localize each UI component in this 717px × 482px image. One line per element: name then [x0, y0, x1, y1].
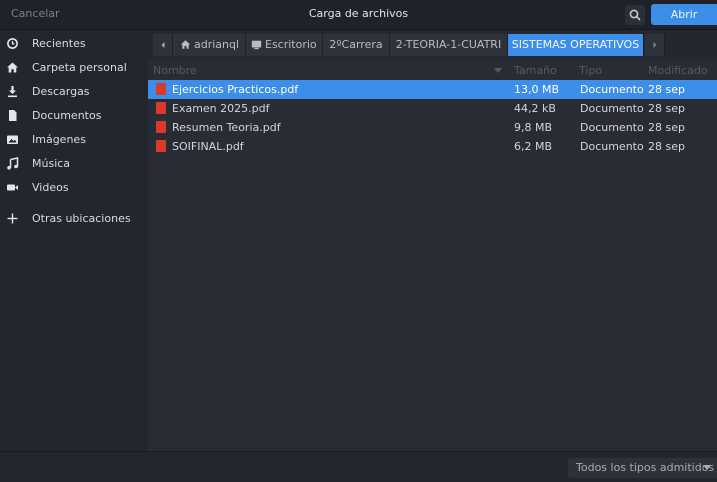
- sidebar-item-label: Recientes: [32, 37, 86, 50]
- path-crumb-sistemas-operativos[interactable]: SISTEMAS OPERATIVOS: [508, 34, 644, 56]
- image-icon: [7, 135, 18, 144]
- sidebar-item-musica[interactable]: Música: [0, 153, 148, 175]
- sidebar-item-label: Música: [32, 157, 71, 170]
- file-row[interactable]: Resumen Teoria.pdf 9,8 MB Documento 28 s…: [148, 118, 717, 137]
- chevron-down-icon: [703, 465, 711, 470]
- sidebar-item-descargas[interactable]: Descargas: [0, 81, 148, 103]
- music-icon: [7, 157, 19, 170]
- file-size: 13,0 MB: [514, 83, 560, 96]
- sidebar-item-label: Carpeta personal: [32, 61, 127, 74]
- sidebar-item-videos[interactable]: Videos: [0, 177, 148, 199]
- sidebar-item-otras-ubicaciones[interactable]: Otras ubicaciones: [0, 208, 148, 230]
- search-icon: [629, 9, 641, 21]
- chevron-left-icon: [161, 42, 165, 48]
- pdf-icon: [156, 83, 166, 95]
- file-row[interactable]: Examen 2025.pdf 44,2 kB Documento 28 sep: [148, 99, 717, 118]
- home-icon: [7, 62, 18, 73]
- sort-down-icon: [494, 68, 502, 73]
- bottom-bar: Todos los tipos admitidos: [0, 451, 717, 482]
- file-size: 44,2 kB: [514, 102, 556, 115]
- file-name: Ejercicios Practicos.pdf: [172, 83, 299, 96]
- file-type: Documento: [580, 102, 644, 115]
- filter-label: Todos los tipos admitidos: [576, 461, 715, 474]
- places-sidebar: Recientes Carpeta personal Descargas Doc…: [0, 30, 149, 451]
- file-modified: 28 sep: [648, 83, 685, 96]
- file-size: 9,8 MB: [514, 121, 553, 134]
- open-button[interactable]: Abrir: [651, 4, 717, 25]
- search-button[interactable]: [625, 5, 645, 25]
- sidebar-item-label: Documentos: [32, 109, 102, 122]
- sidebar-item-imagenes[interactable]: Imágenes: [0, 129, 148, 151]
- document-icon: [9, 110, 17, 121]
- path-crumb-escritorio[interactable]: Escritorio: [246, 34, 323, 56]
- clock-icon: [7, 38, 18, 49]
- file-type: Documento: [580, 83, 644, 96]
- file-size: 6,2 MB: [514, 140, 553, 153]
- sidebar-item-carpeta-personal[interactable]: Carpeta personal: [0, 57, 148, 79]
- file-modified: 28 sep: [648, 121, 685, 134]
- file-row[interactable]: Ejercicios Practicos.pdf 13,0 MB Documen…: [148, 80, 717, 99]
- path-forward-button[interactable]: [645, 34, 665, 56]
- pdf-icon: [156, 140, 166, 152]
- path-crumb-teoria[interactable]: 2-TEORIA-1-CUATRI: [390, 34, 508, 56]
- pdf-icon: [156, 121, 166, 133]
- desktop-icon: [251, 40, 262, 50]
- file-modified: 28 sep: [648, 140, 685, 153]
- file-row[interactable]: SOIFINAL.pdf 6,2 MB Documento 28 sep: [148, 137, 717, 156]
- file-type: Documento: [580, 140, 644, 153]
- chevron-right-icon: [653, 42, 657, 48]
- file-modified: 28 sep: [648, 102, 685, 115]
- sidebar-item-label: Videos: [32, 181, 69, 194]
- dialog-title: Carga de archivos: [308, 7, 409, 20]
- plus-icon: [7, 213, 18, 224]
- file-type: Documento: [580, 121, 644, 134]
- home-icon: [180, 40, 191, 49]
- column-header-type[interactable]: Tipo: [579, 64, 602, 77]
- column-header-name[interactable]: Nombre: [153, 64, 197, 77]
- column-header-modified[interactable]: Modificado: [648, 64, 708, 77]
- file-name: Resumen Teoria.pdf: [172, 121, 281, 134]
- pdf-icon: [156, 102, 166, 114]
- path-bar: adrianql Escritorio 2ºCarrera 2-TEORIA-1…: [148, 30, 717, 59]
- sidebar-item-label: Otras ubicaciones: [32, 212, 131, 225]
- file-name: Examen 2025.pdf: [172, 102, 270, 115]
- file-list: Nombre Tamaño Tipo Modificado Ejercicios…: [148, 59, 717, 451]
- path-crumb-label: adrianql: [194, 38, 240, 51]
- file-type-filter[interactable]: Todos los tipos admitidos: [568, 458, 717, 478]
- download-icon: [8, 86, 17, 98]
- file-name: SOIFINAL.pdf: [172, 140, 244, 153]
- sidebar-item-label: Descargas: [32, 85, 90, 98]
- path-crumb-label: Escritorio: [265, 38, 317, 51]
- header-bar: Cancelar Carga de archivos Abrir: [0, 0, 717, 30]
- column-header-size[interactable]: Tamaño: [514, 64, 557, 77]
- sidebar-item-documentos[interactable]: Documentos: [0, 105, 148, 127]
- sidebar-item-recientes[interactable]: Recientes: [0, 33, 148, 55]
- video-icon: [7, 184, 18, 191]
- path-crumb-carrera[interactable]: 2ºCarrera: [323, 34, 390, 56]
- sidebar-item-label: Imágenes: [32, 133, 86, 146]
- path-back-button[interactable]: [153, 34, 173, 56]
- path-crumb-home[interactable]: adrianql: [173, 34, 246, 56]
